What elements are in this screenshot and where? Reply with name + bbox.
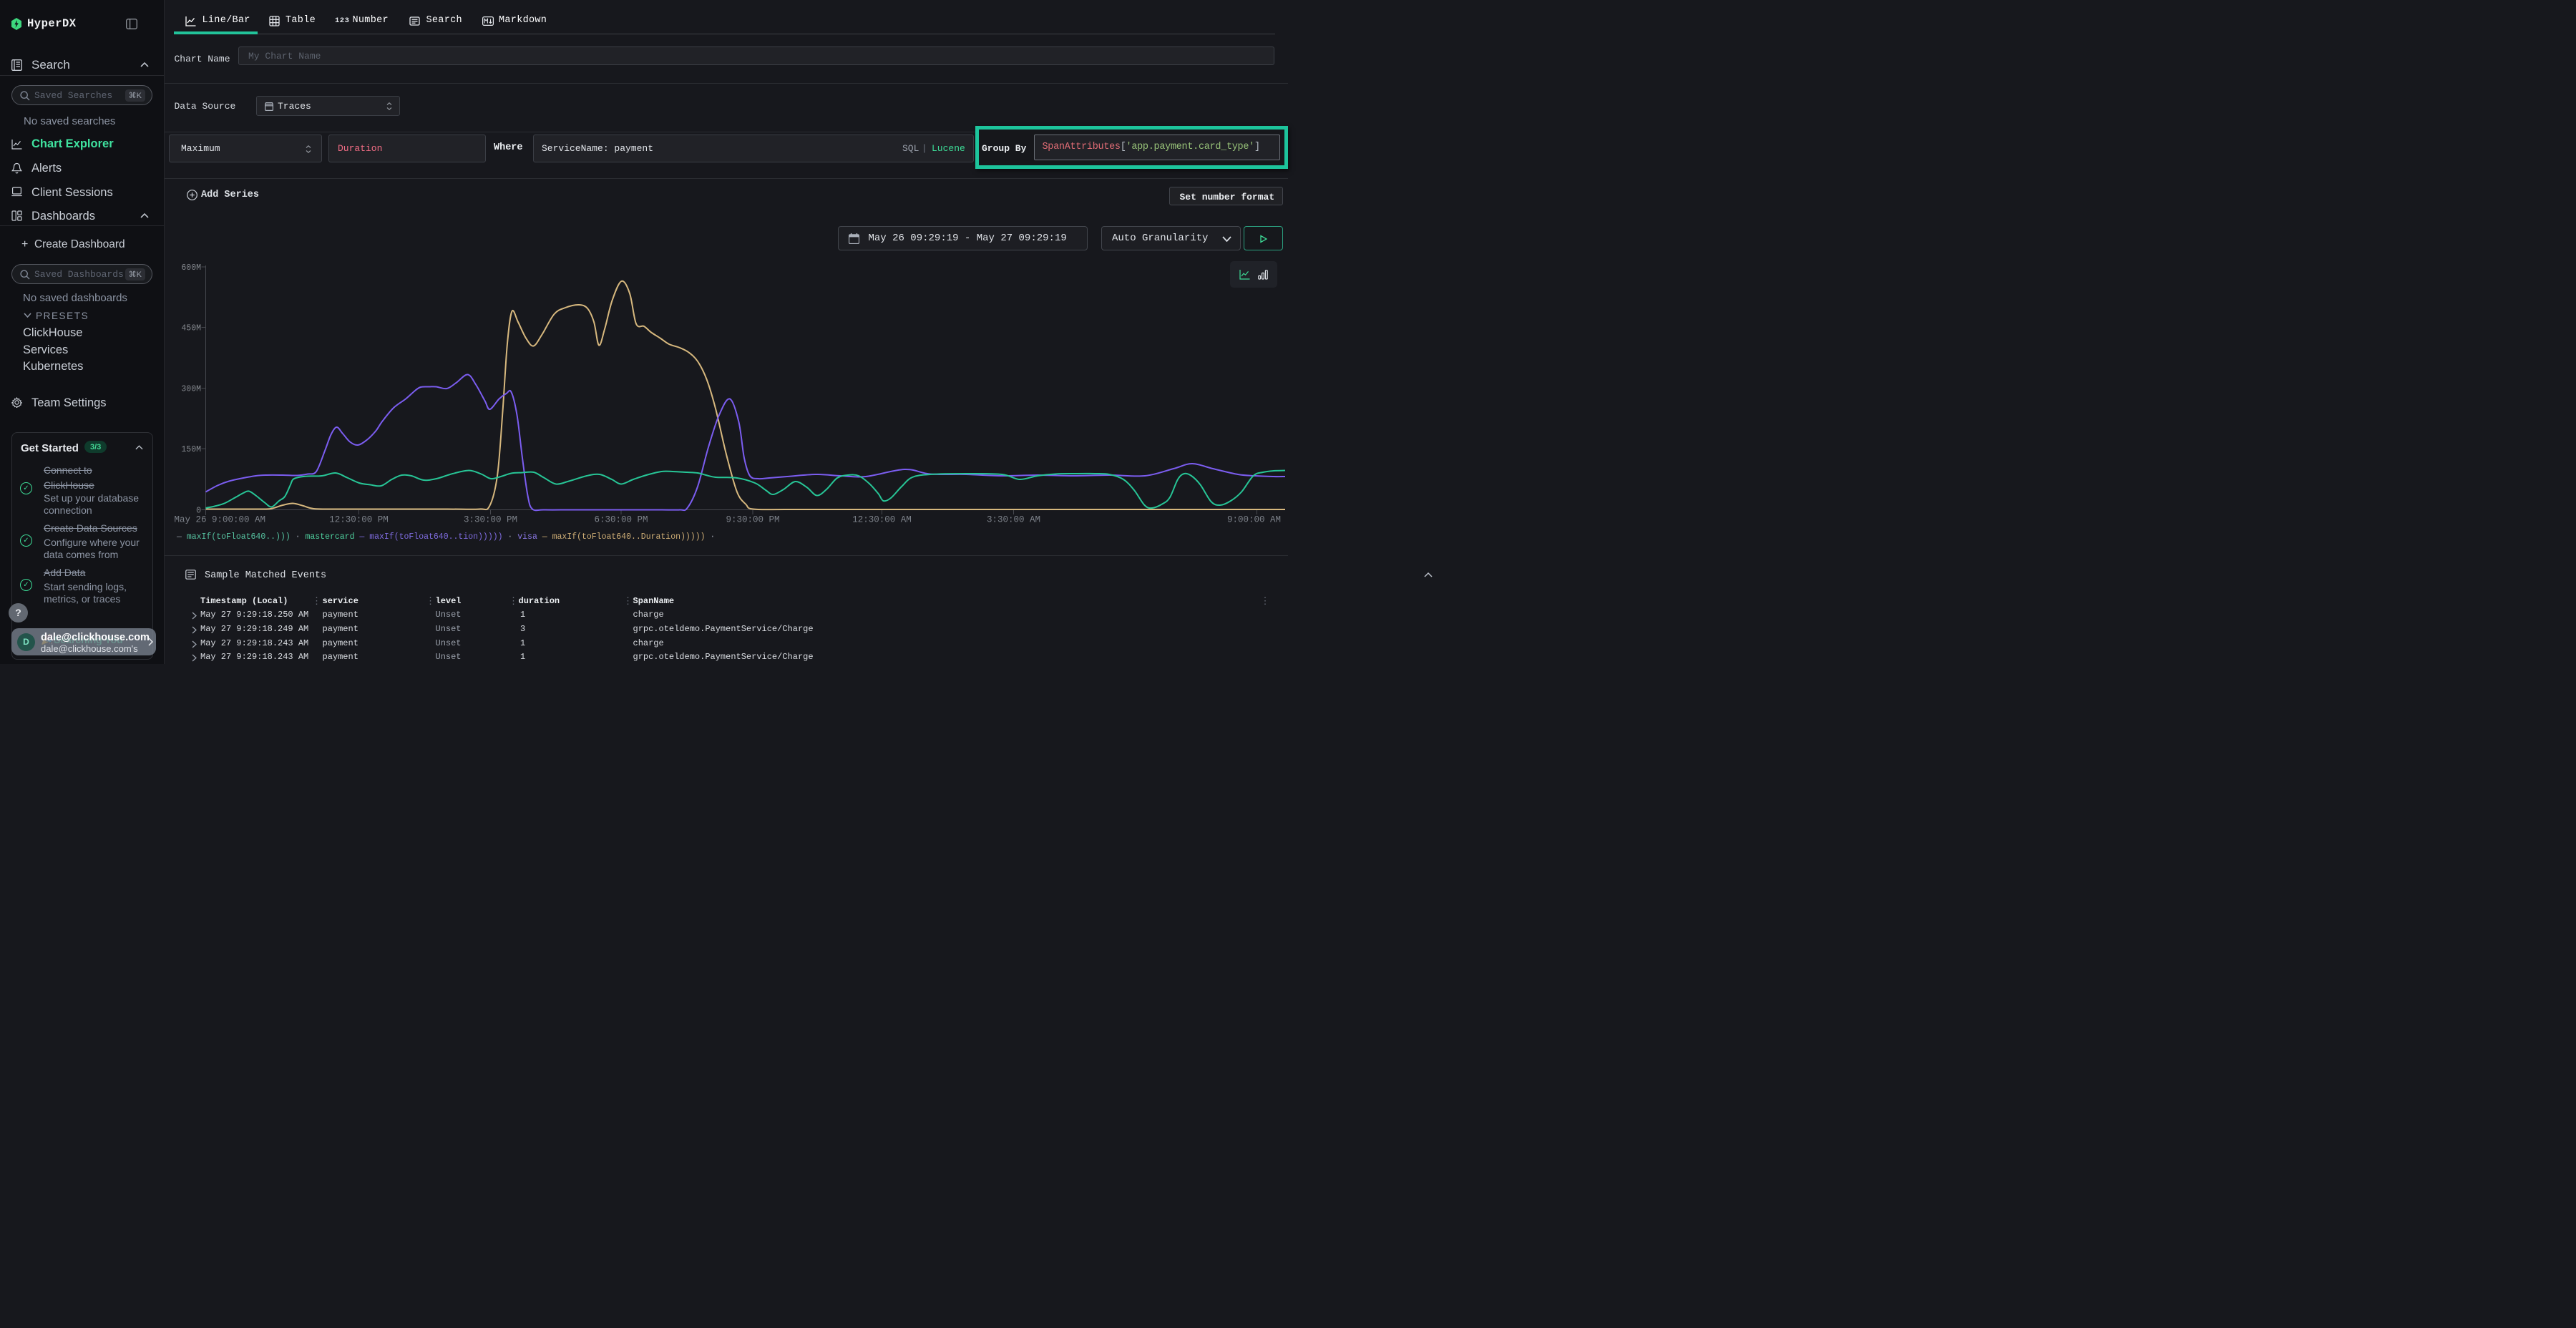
svg-text:12:30:00 PM: 12:30:00 PM	[329, 515, 389, 525]
svg-text:3:30:00 AM: 3:30:00 AM	[987, 515, 1040, 525]
svg-text:3:30:00 PM: 3:30:00 PM	[464, 515, 517, 525]
svg-text:9:30:00 PM: 9:30:00 PM	[726, 515, 779, 525]
svg-text:450M: 450M	[181, 324, 201, 333]
svg-text:6:30:00 PM: 6:30:00 PM	[594, 515, 648, 525]
svg-text:12:30:00 AM: 12:30:00 AM	[852, 515, 912, 525]
svg-text:600M: 600M	[181, 263, 201, 273]
svg-text:150M: 150M	[181, 445, 201, 454]
svg-text:300M: 300M	[181, 385, 201, 394]
svg-text:9:00:00 AM: 9:00:00 AM	[1227, 515, 1281, 525]
svg-text:May 26 9:00:00 AM: May 26 9:00:00 AM	[175, 515, 266, 525]
